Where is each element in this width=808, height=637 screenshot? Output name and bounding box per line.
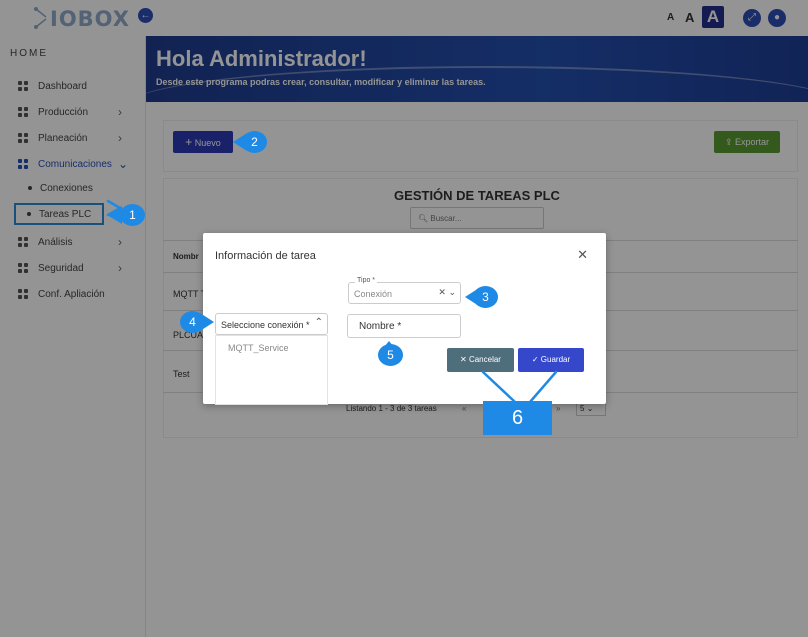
close-icon: ✕	[460, 355, 467, 364]
conexion-dropdown: MQTT_Service	[215, 335, 328, 405]
nombre-placeholder: Nombre *	[359, 321, 402, 332]
cancel-button-label: Cancelar	[468, 355, 501, 364]
annotation-badge-2: 2	[242, 131, 267, 153]
annotation-badge-3: 3	[473, 286, 498, 308]
conexion-option[interactable]: MQTT_Service	[228, 343, 289, 353]
check-icon: ✓	[531, 355, 539, 364]
dialog-title: Información de tarea	[215, 250, 316, 262]
annotation-badge-5: 5	[378, 344, 403, 366]
conexion-select[interactable]: Seleccione conexión * ⌃	[215, 313, 328, 335]
annotation-badge-1: 1	[120, 204, 145, 226]
tipo-select[interactable]: Tipo * Conexión ✕ ⌄	[348, 277, 461, 304]
chevron-up-icon[interactable]: ⌃	[315, 317, 323, 328]
task-info-dialog: Información de tarea ✕ Tipo * Conexión ✕…	[203, 233, 606, 405]
cancel-button[interactable]: ✕ Cancelar	[447, 348, 514, 372]
close-icon[interactable]: ✕	[577, 247, 588, 263]
annotation-badge-6: 6	[483, 401, 552, 435]
tipo-value: Conexión	[354, 289, 393, 299]
save-button[interactable]: ✓ Guardar	[518, 348, 584, 372]
save-button-label: Guardar	[540, 355, 571, 364]
conexion-placeholder: Seleccione conexión *	[221, 320, 310, 330]
tipo-label: Tipo *	[355, 277, 378, 284]
nombre-field[interactable]: Nombre *	[347, 314, 461, 338]
annotation-badge-4: 4	[180, 311, 205, 333]
clear-chevron-icon[interactable]: ✕ ⌄	[438, 287, 456, 298]
